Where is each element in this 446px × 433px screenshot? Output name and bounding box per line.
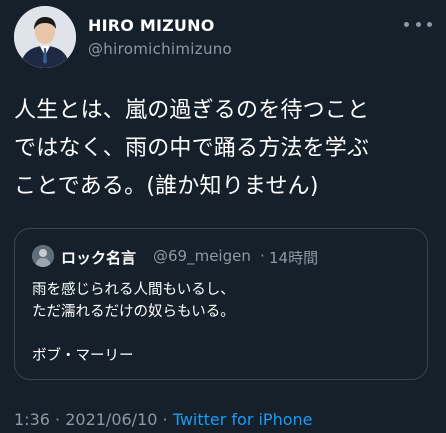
avatar[interactable]	[14, 6, 76, 68]
more-options-icon[interactable]	[404, 16, 432, 32]
quoted-author-name: ロック名言	[61, 249, 137, 267]
dot	[427, 21, 432, 27]
tweet-date[interactable]: 2021/06/10	[65, 410, 157, 429]
tweet-meta: 1:36 · 2021/06/10 · Twitter for iPhone	[14, 410, 313, 429]
quoted-tweet[interactable]: ロック名言 @69_meigen · 14時間 雨を感じられる人間もいるし、 た…	[14, 228, 428, 380]
dot	[404, 21, 409, 27]
profile-photo-icon	[14, 6, 76, 68]
meta-separator: ·	[157, 410, 173, 429]
quoted-author-handle: @69_meigen	[153, 247, 251, 265]
quoted-avatar-icon	[32, 245, 54, 267]
dot	[415, 21, 421, 27]
author-handle[interactable]: @hiromichimizuno	[88, 40, 232, 58]
quoted-text: 雨を感じられる人間もいるし、 ただ濡れるだけの奴らもいる。 ボブ・マーリー	[32, 282, 235, 364]
quoted-avatar	[32, 245, 54, 267]
quoted-timestamp: 14時間	[269, 249, 319, 267]
quoted-separator: ·	[260, 247, 265, 265]
tweet-source-link[interactable]: Twitter for iPhone	[173, 410, 313, 429]
tweet-time[interactable]: 1:36	[14, 410, 50, 429]
meta-separator: ·	[49, 410, 66, 429]
author-name[interactable]: HIRO MIZUNO	[88, 16, 215, 35]
tweet-text: 人生とは、嵐の過ぎるのを待つこと ではなく、雨の中で踊る方法を学ぶ ことである。…	[14, 98, 370, 199]
